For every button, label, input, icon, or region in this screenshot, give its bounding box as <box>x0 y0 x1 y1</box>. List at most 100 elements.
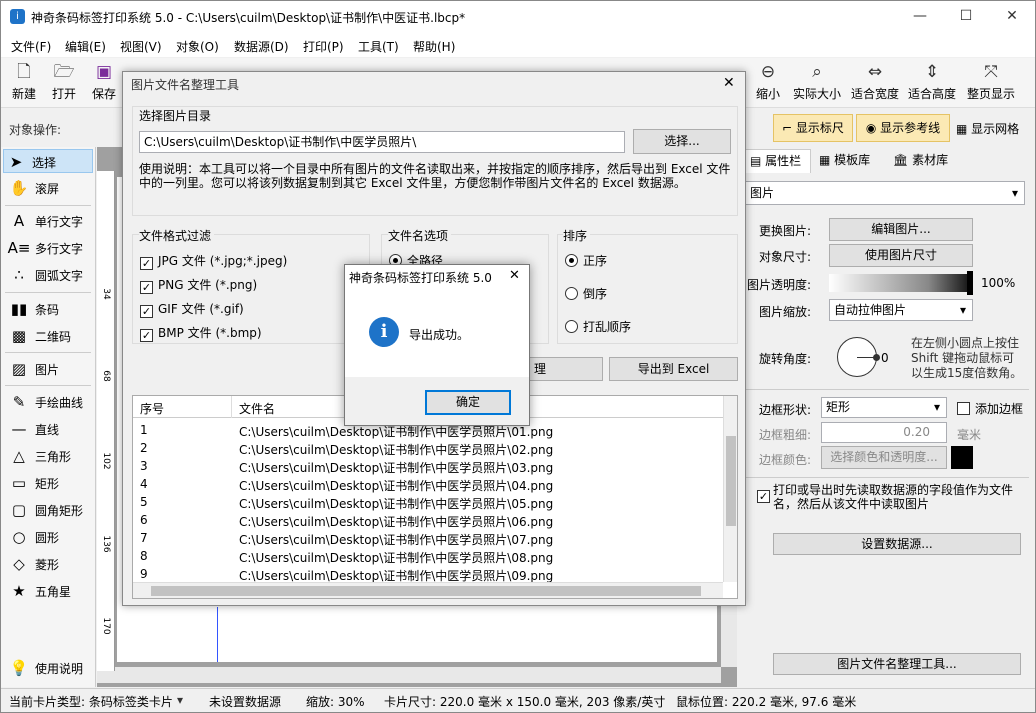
menu-edit[interactable]: 编辑(E) <box>65 38 106 55</box>
column-header-filename[interactable]: 文件名 <box>239 400 275 417</box>
tool-arc-text[interactable]: ∴ 圆弧文字 <box>7 263 83 287</box>
tab-templates[interactable]: ▦ 模板库 <box>815 149 887 173</box>
scale-select[interactable]: 自动拉伸图片 ▾ <box>829 299 973 321</box>
help-button[interactable]: 💡 使用说明 <box>7 656 83 680</box>
tab-properties[interactable]: ▤ 属性栏 <box>745 149 811 173</box>
title-bar: i 神奇条码标签打印系统 5.0 - C:\Users\cuilm\Deskto… <box>1 1 1035 33</box>
ruler-icon: ⌐ <box>782 121 796 135</box>
tool-circle[interactable]: ○ 圆形 <box>7 525 59 549</box>
organize-label: 理 <box>533 362 546 376</box>
app-window: i 神奇条码标签打印系统 5.0 - C:\Users\cuilm\Deskto… <box>0 0 1036 713</box>
tool-rounded-rect[interactable]: ▢ 圆角矩形 <box>7 498 83 522</box>
checkbox-checked-icon: ✓ <box>140 305 153 318</box>
close-button[interactable]: ✕ <box>989 1 1035 33</box>
table-row[interactable]: 2 C:\Users\cuilm\Desktop\证书制作\中医学员照片\02.p… <box>133 440 723 458</box>
filter-gif-checkbox[interactable]: ✓ GIF 文件 (*.gif) <box>140 300 244 318</box>
transparency-slider[interactable] <box>829 274 971 292</box>
tool-rectangle[interactable]: ▭ 矩形 <box>7 471 59 495</box>
fit-width-button[interactable]: ⇔ 适合宽度 <box>849 61 901 102</box>
menu-tools[interactable]: 工具(T) <box>358 38 399 55</box>
tab-properties-label: 属性栏 <box>765 154 802 168</box>
save-label: 保存 <box>91 87 116 101</box>
row-index: 9 <box>140 567 148 581</box>
table-row[interactable]: 6 C:\Users\cuilm\Desktop\证书制作\中医学员照片\06.p… <box>133 512 723 530</box>
sort-random-radio[interactable]: 打乱顺序 <box>565 318 631 335</box>
message-title-bar: 神奇条码标签打印系统 5.0 ✕ <box>345 265 529 287</box>
menu-help[interactable]: 帮助(H) <box>413 38 455 55</box>
menu-datasource[interactable]: 数据源(D) <box>234 38 289 55</box>
show-ruler-toggle[interactable]: ⌐ 显示标尺 <box>773 114 853 142</box>
edit-image-button[interactable]: 编辑图片... <box>829 218 973 241</box>
tool-picture[interactable]: ▨ 图片 <box>7 357 59 381</box>
filter-png-checkbox[interactable]: ✓ PNG 文件 (*.png) <box>140 276 257 294</box>
tab-materials[interactable]: 🏛 素材库 <box>889 149 961 173</box>
export-excel-button[interactable]: 导出到 Excel <box>609 357 738 381</box>
tool-triangle[interactable]: △ 三角形 <box>7 444 71 468</box>
file-name-tool-button[interactable]: 图片文件名整理工具... <box>773 653 1021 675</box>
tool-barcode[interactable]: ▮▮ 条码 <box>7 297 59 321</box>
table-row[interactable]: 3 C:\Users\cuilm\Desktop\证书制作\中医学员照片\03.p… <box>133 458 723 476</box>
fit-height-button[interactable]: ⇕ 适合高度 <box>906 61 958 102</box>
fit-page-icon: ⤧ <box>984 62 998 82</box>
dialog-close-icon[interactable]: ✕ <box>723 75 735 91</box>
border-width-spinner[interactable]: 0.20 <box>821 422 947 443</box>
tab-materials-label: 素材库 <box>912 153 949 167</box>
directory-input[interactable]: C:\Users\cuilm\Desktop\证书制作\中医学员照片\ <box>139 131 625 153</box>
message-close-icon[interactable]: ✕ <box>509 268 520 283</box>
border-shape-select[interactable]: 矩形 ▾ <box>821 397 947 418</box>
table-row[interactable]: 5 C:\Users\cuilm\Desktop\证书制作\中医学员照片\05.p… <box>133 494 723 512</box>
tool-star[interactable]: ★ 五角星 <box>7 579 71 603</box>
object-type-value: 图片 <box>750 186 775 200</box>
fit-page-button[interactable]: ⤧ 整页显示 <box>964 61 1018 102</box>
transparency-slider-thumb[interactable] <box>967 271 973 295</box>
show-grid-toggle[interactable]: ▦ 显示网格 <box>956 120 1019 137</box>
border-color-swatch[interactable] <box>951 446 973 469</box>
tool-line[interactable]: — 直线 <box>7 417 60 441</box>
tool-freehand[interactable]: ✎ 手绘曲线 <box>7 390 83 414</box>
zoom-out-button[interactable]: ⊖ 缩小 <box>753 61 783 102</box>
menu-file[interactable]: 文件(F) <box>11 38 51 55</box>
open-label: 打开 <box>51 87 76 101</box>
column-header-index[interactable]: 序号 <box>140 400 164 417</box>
add-border-checkbox[interactable]: 添加边框 <box>957 400 1023 417</box>
choose-color-button[interactable]: 选择颜色和透明度... <box>821 446 947 469</box>
tool-select[interactable]: ➤ 选择 <box>3 149 93 173</box>
choose-directory-button[interactable]: 选择... <box>633 129 731 154</box>
menu-object[interactable]: 对象(O) <box>176 38 219 55</box>
show-guides-toggle[interactable]: ◉ 显示参考线 <box>856 114 950 142</box>
tool-diamond[interactable]: ◇ 菱形 <box>7 552 59 576</box>
use-image-size-button[interactable]: 使用图片尺寸 <box>829 244 973 267</box>
grid-vertical-scrollbar[interactable] <box>723 396 737 582</box>
rotation-handle[interactable] <box>873 354 880 361</box>
new-button[interactable]: 🗋 新建 <box>9 61 39 102</box>
save-button[interactable]: ▣ 保存 <box>89 61 119 102</box>
minimize-button[interactable]: — <box>897 1 943 33</box>
scrollbar-thumb[interactable] <box>151 586 701 596</box>
tool-multi-text[interactable]: A≡ 多行文字 <box>7 236 83 260</box>
filter-jpg-checkbox[interactable]: ✓ JPG 文件 (*.jpg;*.jpeg) <box>140 252 287 270</box>
rotation-label: 旋转角度: <box>759 352 812 366</box>
actual-size-button[interactable]: ⌕ 实际大小 <box>789 61 845 102</box>
filter-bmp-checkbox[interactable]: ✓ BMP 文件 (*.bmp) <box>140 324 262 342</box>
menu-view[interactable]: 视图(V) <box>120 38 162 55</box>
maximize-button[interactable]: ☐ <box>943 1 989 33</box>
card-type-status[interactable]: 当前卡片类型: 条码标签类卡片 <box>9 693 173 710</box>
table-row[interactable]: 7 C:\Users\cuilm\Desktop\证书制作\中医学员照片\07.p… <box>133 530 723 548</box>
object-size-label: 对象尺寸: <box>759 250 812 264</box>
set-datasource-button[interactable]: 设置数据源... <box>773 533 1021 555</box>
table-row[interactable]: 8 C:\Users\cuilm\Desktop\证书制作\中医学员照片\08.p… <box>133 548 723 566</box>
sort-asc-radio[interactable]: 正序 <box>565 252 607 269</box>
ok-button[interactable]: 确定 <box>425 390 511 415</box>
tool-single-text-label: 单行文字 <box>35 215 84 229</box>
tool-single-text[interactable]: A 单行文字 <box>7 209 83 233</box>
grid-horizontal-scrollbar[interactable] <box>133 582 723 598</box>
horizontal-scrollbar[interactable] <box>97 667 721 683</box>
tool-qrcode[interactable]: ▩ 二维码 <box>7 324 71 348</box>
object-type-select[interactable]: 图片 ▾ <box>745 181 1025 205</box>
open-button[interactable]: 🗁 打开 <box>49 61 79 102</box>
menu-print[interactable]: 打印(P) <box>303 38 344 55</box>
tool-scroll[interactable]: ✋ 滚屏 <box>7 176 59 200</box>
scrollbar-thumb[interactable] <box>726 436 736 526</box>
sort-desc-radio[interactable]: 倒序 <box>565 285 607 302</box>
table-row[interactable]: 4 C:\Users\cuilm\Desktop\证书制作\中医学员照片\04.p… <box>133 476 723 494</box>
